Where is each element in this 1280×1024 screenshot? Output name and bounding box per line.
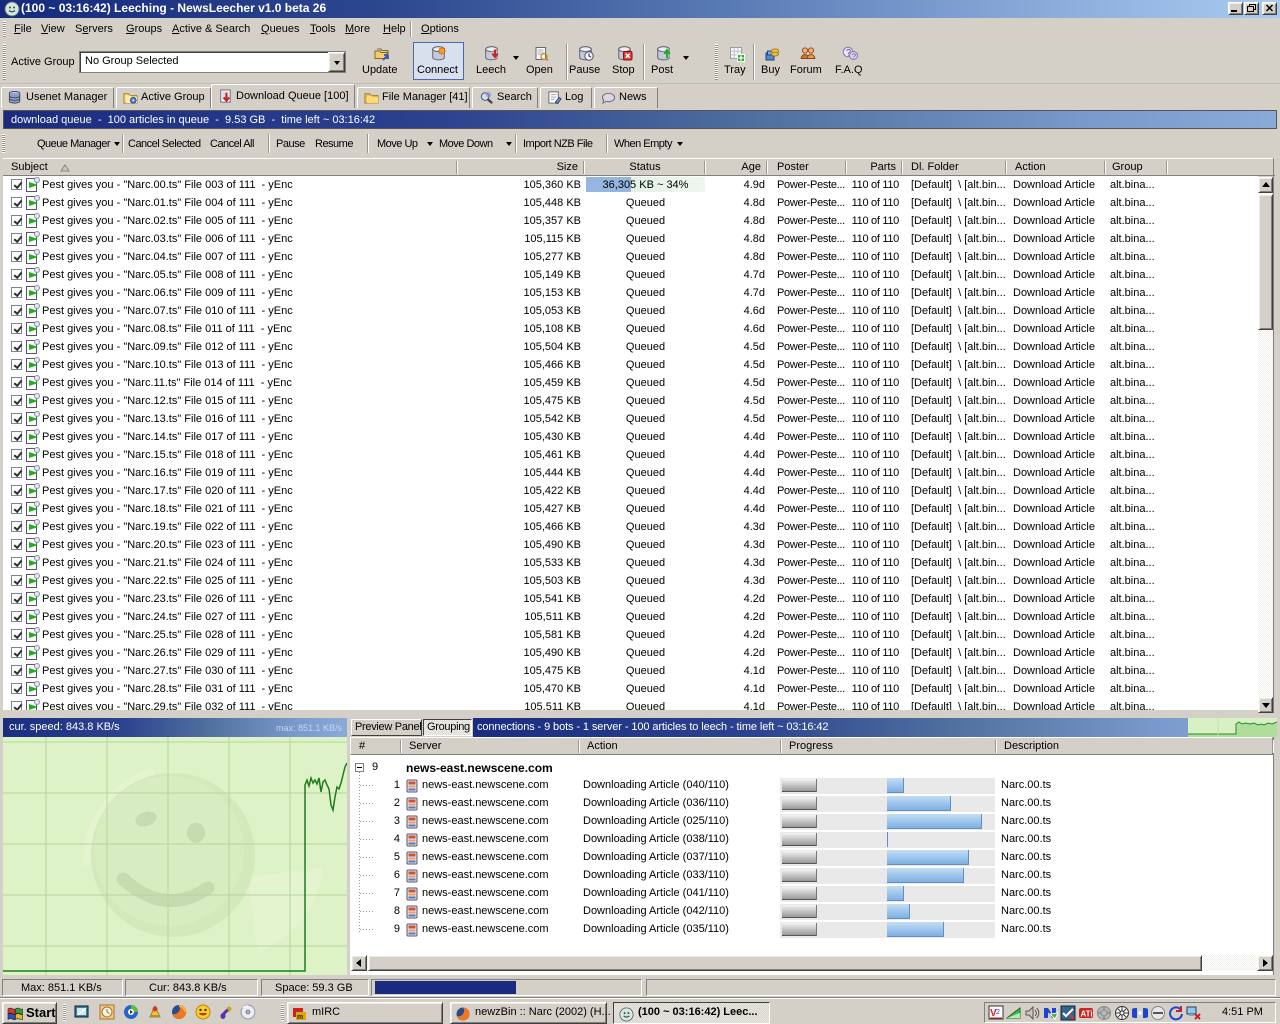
svg-text:?: ? xyxy=(852,54,856,61)
svg-text:m: m xyxy=(297,1014,303,1021)
svg-text:ATi: ATi xyxy=(1081,1010,1093,1019)
svg-text:2: 2 xyxy=(996,1009,1000,1016)
